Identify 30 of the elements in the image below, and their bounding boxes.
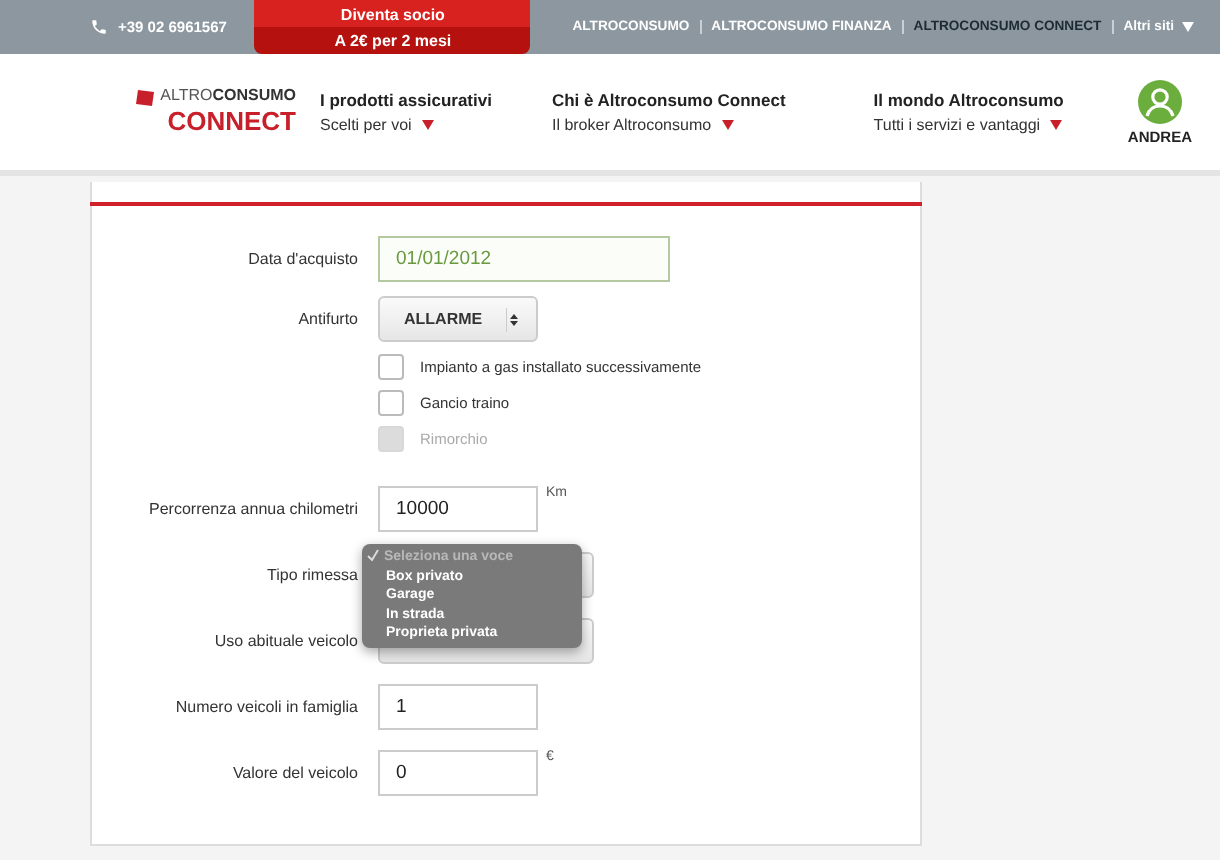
caret-icon (421, 120, 434, 130)
nav-menu[interactable]: Il broker Altroconsumo (551, 116, 786, 134)
field-label: Tipo rimessa (265, 566, 358, 584)
logo[interactable]: ALTROCONSUMO CONNECT (116, 86, 296, 138)
field-label: Percorrenza annua chilometri (147, 500, 358, 518)
avatar-icon[interactable] (1137, 79, 1182, 123)
field-label: Valore del veicolo (230, 764, 358, 782)
input-field[interactable]: 01/01/2012 (378, 236, 670, 282)
input-field[interactable]: 10000 (378, 486, 538, 532)
join-button[interactable]: Diventa socio A 2€ per 2 mesi (254, 0, 531, 54)
select-field[interactable]: ALLARME (378, 296, 538, 342)
caret-icon (1050, 120, 1063, 130)
field-label: Uso abituale veicolo (212, 632, 358, 650)
field-label: Data d'acquisto (246, 250, 358, 268)
checkbox[interactable] (378, 390, 404, 416)
input-field[interactable]: 0 (378, 750, 538, 796)
nav-menu[interactable]: Scelti per voi (320, 116, 492, 134)
phone-icon (90, 18, 108, 36)
nav-menu[interactable]: Tutti i servizi e vantaggi (873, 116, 1064, 134)
check-icon (366, 548, 380, 562)
nav-title: I prodotti assicurativi (320, 90, 492, 110)
updown-icon (506, 307, 524, 331)
field-label: Antifurto (296, 310, 358, 328)
input-field[interactable]: 1 (378, 684, 538, 730)
nav-title: Chi è Altroconsumo Connect (551, 90, 786, 110)
caret-icon (1182, 22, 1194, 32)
checkbox[interactable] (378, 354, 404, 380)
caret-icon (721, 120, 734, 130)
field-label: Numero veicoli in famiglia (173, 698, 358, 716)
nav-title: Il mondo Altroconsumo (873, 90, 1064, 110)
